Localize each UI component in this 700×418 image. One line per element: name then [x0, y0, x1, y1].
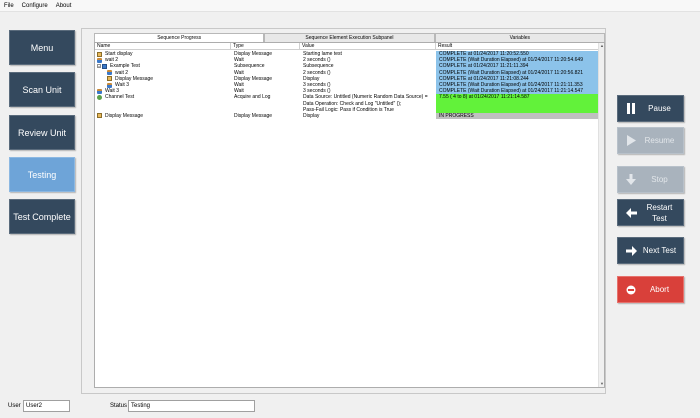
wait-icon — [97, 57, 102, 63]
next-test-label: Next Test — [642, 246, 677, 255]
review-unit-button[interactable]: Review Unit — [9, 115, 75, 150]
play-icon — [622, 135, 640, 146]
test-complete-button[interactable]: Test Complete — [9, 199, 75, 234]
message-icon — [107, 76, 112, 82]
menu-button[interactable]: Menu — [9, 30, 75, 65]
arrow-right-icon — [622, 245, 640, 256]
arrow-down-icon — [622, 174, 640, 185]
abort-label: Abort — [649, 285, 670, 294]
sequence-table: Name Type Value Result Start display Disp… — [94, 42, 605, 388]
scroll-down-icon[interactable]: ▼ — [599, 381, 605, 387]
scroll-up-icon[interactable]: ▲ — [599, 43, 605, 49]
cell-type: Display Message — [234, 112, 273, 119]
status-bar: User User2 Status Testing — [0, 400, 700, 414]
status-label: Status — [110, 403, 128, 409]
row-name-text: Display Message — [105, 112, 144, 119]
wait-icon — [97, 88, 102, 94]
message-icon — [97, 113, 102, 119]
menu-bar: File Configure About — [0, 0, 700, 12]
menu-file[interactable]: File — [4, 3, 14, 9]
pause-icon — [622, 103, 640, 114]
message-icon — [97, 51, 102, 57]
wait-icon — [107, 82, 112, 88]
table-body: Start display Display Message Starting lam… — [95, 51, 600, 120]
testing-button[interactable]: Testing — [9, 157, 75, 192]
scan-unit-button[interactable]: Scan Unit — [9, 72, 75, 107]
tab-bar: Sequence Progress Sequence Element Execu… — [94, 33, 605, 42]
next-test-button[interactable]: Next Test — [617, 237, 684, 264]
stop-label: Stop — [651, 175, 668, 184]
tab-variables[interactable]: Variables — [434, 33, 605, 42]
stop-button[interactable]: Stop — [617, 166, 684, 193]
menu-about[interactable]: About — [56, 3, 72, 9]
subsequence-icon — [102, 63, 107, 69]
tab-sequence-progress[interactable]: Sequence Progress — [94, 33, 265, 42]
column-header-name[interactable]: Name — [95, 43, 231, 49]
collapse-icon[interactable]: − — [97, 64, 101, 69]
user-field[interactable]: User2 — [23, 400, 70, 412]
column-header-type[interactable]: Type — [231, 43, 300, 49]
tab-execution-subpanel[interactable]: Sequence Element Execution Subpanel — [264, 33, 435, 42]
abort-button[interactable]: Abort — [617, 276, 684, 303]
user-label: User — [8, 403, 21, 409]
arrow-left-icon — [622, 207, 640, 218]
resume-button[interactable]: Resume — [617, 127, 684, 154]
column-header-result[interactable]: Result — [436, 43, 600, 49]
channel-icon — [97, 94, 102, 100]
pause-button[interactable]: Pause — [617, 95, 684, 122]
table-header: Name Type Value Result — [95, 43, 600, 50]
pause-label: Pause — [648, 104, 671, 113]
restart-test-label: Restart Test — [646, 202, 673, 223]
status-field[interactable]: Testing — [128, 400, 255, 412]
cell-value: Display — [303, 112, 320, 119]
restart-test-button[interactable]: Restart Test — [617, 199, 684, 226]
menu-configure[interactable]: Configure — [22, 3, 48, 9]
sequence-panel: Sequence Progress Sequence Element Execu… — [81, 28, 606, 394]
resume-label: Resume — [644, 136, 675, 145]
cell-result: IN PROGRESS — [436, 112, 600, 120]
vertical-scrollbar[interactable]: ▲ ▼ — [598, 43, 604, 387]
wait-icon — [107, 70, 112, 76]
abort-icon — [622, 285, 640, 295]
cell-name: Display Message — [95, 113, 231, 119]
table-row[interactable]: Display Message Display Message Display IN … — [95, 112, 600, 120]
column-header-value[interactable]: Value — [300, 43, 436, 49]
